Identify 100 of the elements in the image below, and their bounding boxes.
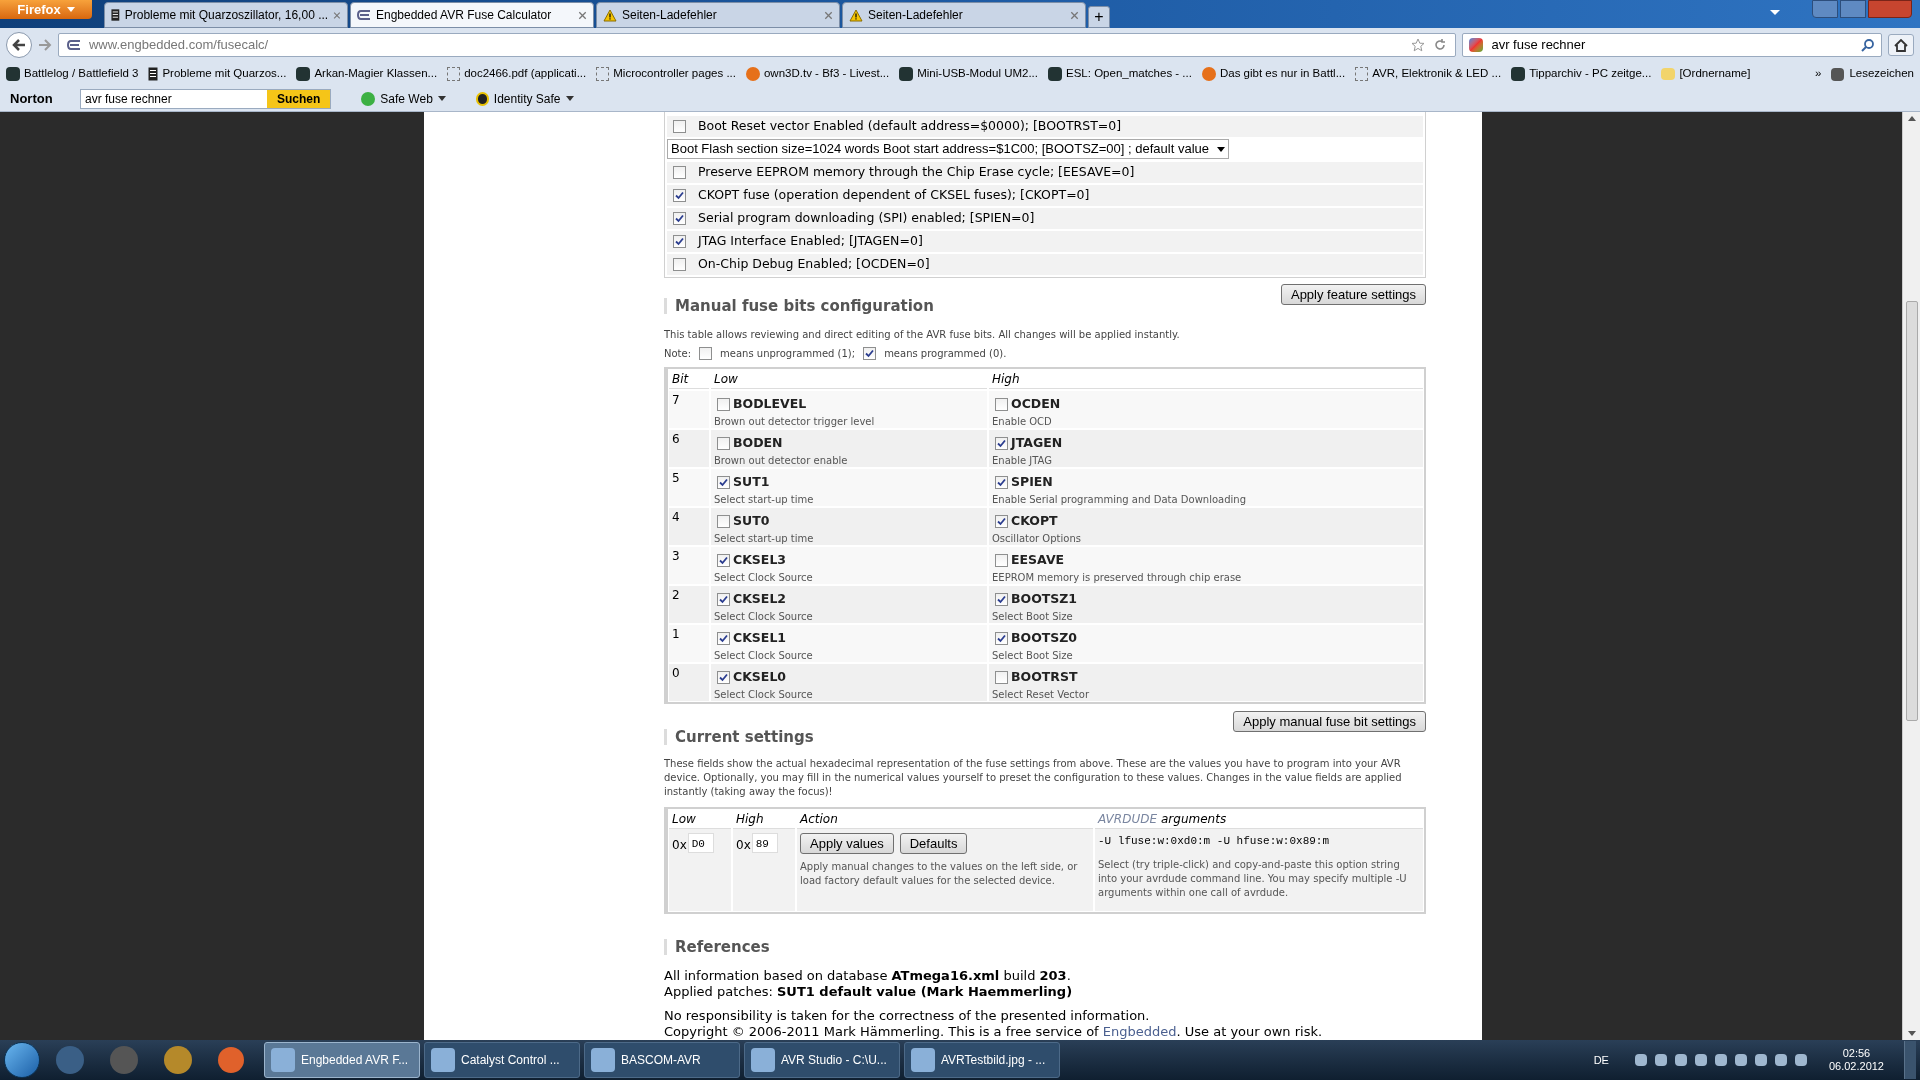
fuse-name: BODLEVEL	[733, 395, 807, 413]
action-button[interactable]: Defaults	[899, 832, 968, 854]
taskbar-button[interactable]: Catalyst Control ...	[424, 1042, 580, 1078]
tray-icon[interactable]	[1794, 1054, 1807, 1066]
checkbox[interactable]	[995, 670, 1008, 684]
scrollbar[interactable]	[1902, 112, 1920, 1040]
close-icon[interactable]	[578, 10, 587, 20]
checkbox[interactable]	[673, 119, 686, 133]
search-field[interactable]: avr fuse rechner	[1462, 33, 1882, 57]
engbedded-link[interactable]: Engbedded	[1102, 1024, 1177, 1039]
bookmark-link[interactable]: Tipparchiv - PC zeitge...	[1529, 65, 1652, 83]
checkbox[interactable]	[863, 347, 877, 360]
tray-icon[interactable]	[1754, 1054, 1767, 1066]
checkbox[interactable]	[673, 165, 686, 179]
clock-time[interactable]: 02:56	[1842, 1047, 1871, 1060]
taskbar-button[interactable]: AVRTestbild.jpg - ...	[904, 1042, 1060, 1078]
scroll-up-icon[interactable]	[1907, 116, 1916, 121]
bookmark-link[interactable]: own3D.tv - Bf3 - Livest...	[763, 65, 890, 83]
fuse-description: Select Clock Source	[714, 687, 814, 702]
action-button[interactable]: Apply values	[800, 832, 894, 854]
checkbox[interactable]	[717, 553, 730, 567]
fuse-name: CKSEL3	[733, 551, 787, 569]
bookmarks-menu-button[interactable]: Lesezeichen	[1849, 65, 1914, 83]
tab-list-icon[interactable]	[1770, 10, 1780, 15]
caret-icon	[437, 96, 446, 101]
tray-icon[interactable]	[1674, 1054, 1687, 1066]
bookmark-link[interactable]: [Ordnername]	[1679, 65, 1751, 83]
checkbox[interactable]	[673, 257, 686, 271]
start-button[interactable]	[4, 1042, 40, 1078]
checkbox[interactable]	[717, 631, 730, 645]
bit-number: 0	[669, 664, 709, 701]
bookmark-link[interactable]: Battlelog / Battlefield 3	[24, 65, 139, 83]
boot-size-dropdown[interactable]: Boot Flash section size=1024 words Boot start address=$1C00; [BOOTSZ=00] ; default value	[667, 139, 1229, 159]
bookmark-link[interactable]: ESL: Open_matches - ...	[1066, 65, 1192, 83]
bookmark-link[interactable]: Mini-USB-Modul UM2...	[917, 65, 1038, 83]
taskbar-app-icon[interactable]	[218, 1047, 244, 1073]
checkbox[interactable]	[717, 514, 730, 528]
browser-tab[interactable]: Engbedded AVR Fuse Calculator	[350, 2, 594, 28]
fuse-name: JTAGEN	[1011, 434, 1063, 452]
tray-icon[interactable]	[1634, 1054, 1647, 1066]
norton-menu-item[interactable]: Safe Web	[380, 89, 433, 108]
taskbar-button[interactable]: Engbedded AVR F...	[264, 1042, 420, 1078]
checkbox[interactable]	[717, 397, 730, 411]
checkbox[interactable]	[995, 553, 1008, 567]
tray-icon[interactable]	[1654, 1054, 1667, 1066]
address-field[interactable]: www.engbedded.com/fusecalc/	[57, 33, 1457, 57]
search-icon[interactable]	[1861, 38, 1875, 52]
apply-feature-button[interactable]: Apply feature settings	[1280, 283, 1426, 305]
checkbox[interactable]	[717, 436, 730, 450]
bookmark-link[interactable]: Arkan-Magier Klassen...	[314, 65, 438, 83]
checkbox[interactable]	[995, 514, 1008, 528]
checkbox[interactable]	[995, 592, 1008, 606]
tray-icon[interactable]	[1734, 1054, 1747, 1066]
tray-icon[interactable]	[1714, 1054, 1727, 1066]
app-icon	[591, 1048, 615, 1072]
checkbox[interactable]	[673, 188, 686, 202]
checkbox[interactable]	[717, 475, 730, 489]
bookmark-link[interactable]: Das gibt es nur in Battl...	[1219, 65, 1346, 83]
norton-menu-button[interactable]: Norton	[10, 88, 70, 109]
checkbox[interactable]	[673, 234, 686, 248]
tray-icon[interactable]	[1774, 1054, 1787, 1066]
back-button[interactable]	[6, 32, 32, 58]
bookmark-link[interactable]: AVR, Elektronik & LED ...	[1372, 65, 1502, 83]
close-icon[interactable]	[1070, 10, 1079, 20]
more-bookmarks-button[interactable]: »	[1815, 65, 1822, 83]
search-engine-icon[interactable]	[1469, 38, 1484, 52]
bookmark-link[interactable]: Microcontroller pages ...	[613, 65, 736, 83]
taskbar-app-icon[interactable]	[56, 1046, 84, 1074]
clock-date[interactable]: 06.02.2012	[1828, 1060, 1884, 1073]
bookmark-link[interactable]: doc2466.pdf (applicati...	[464, 65, 587, 83]
checkbox[interactable]	[995, 436, 1008, 450]
home-button[interactable]	[1888, 34, 1914, 56]
browser-tab[interactable]: Probleme mit Quarzoszillator, 16,00 ...	[104, 2, 348, 28]
apply-manual-button[interactable]: Apply manual fuse bit settings	[1233, 711, 1426, 732]
checkbox[interactable]	[717, 592, 730, 606]
checkbox[interactable]	[995, 397, 1008, 411]
checkbox[interactable]	[717, 670, 730, 684]
bookmark-link[interactable]: Probleme mit Quarzos...	[162, 65, 287, 83]
fuse-name: SUT1	[733, 473, 770, 491]
tray-icon[interactable]	[1694, 1054, 1707, 1066]
hex-input[interactable]: 89	[751, 832, 778, 853]
fuse-description: Select Clock Source	[714, 570, 814, 585]
app-icon	[911, 1048, 935, 1072]
new-tab-button[interactable]: +	[1088, 6, 1110, 28]
browser-tab[interactable]: Seiten-Ladefehler	[596, 2, 840, 28]
reload-icon[interactable]	[1433, 38, 1448, 52]
close-icon[interactable]	[824, 10, 833, 20]
language-indicator[interactable]: DE	[1593, 1051, 1609, 1069]
norton-menu-item[interactable]: Identity Safe	[493, 89, 561, 108]
taskbar-app-icon[interactable]	[164, 1046, 192, 1074]
checkbox[interactable]	[699, 347, 713, 360]
checkbox[interactable]	[995, 475, 1008, 489]
checkbox[interactable]	[995, 631, 1008, 645]
fuse-description: Brown out detector trigger level	[714, 414, 876, 429]
browser-tab[interactable]: Seiten-Ladefehler	[842, 2, 1086, 28]
hex-input[interactable]: D0	[687, 832, 714, 853]
taskbar-button[interactable]: AVR Studio - C:\U...	[744, 1042, 900, 1078]
checkbox[interactable]	[673, 211, 686, 225]
scroll-down-icon[interactable]	[1907, 1031, 1916, 1036]
taskbar-button[interactable]: BASCOM-AVR	[584, 1042, 740, 1078]
